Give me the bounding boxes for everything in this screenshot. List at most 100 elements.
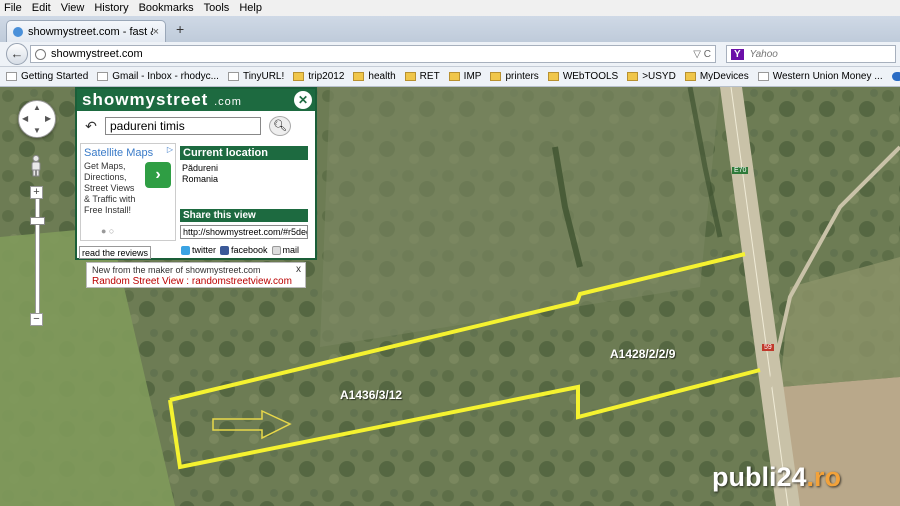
back-button[interactable]: ← [6, 43, 28, 65]
bookmark-label[interactable]: >USYD [642, 71, 676, 82]
bookmark-label[interactable]: trip2012 [308, 71, 344, 82]
search-box[interactable]: Y [726, 45, 896, 63]
facebook-icon [220, 245, 230, 255]
tab-showmystreet[interactable]: showmystreet.com - fast &... × [6, 20, 166, 42]
menu-bookmarks[interactable]: Bookmarks [139, 2, 194, 14]
bookmark-item[interactable]: >USYD [627, 71, 676, 82]
bookmark-item[interactable]: Getting Started [6, 71, 88, 82]
ad-arrow-button[interactable]: › [145, 162, 171, 188]
pegman-icon[interactable] [30, 155, 42, 177]
promo-line1: New from the maker of showmystreet.com [92, 265, 261, 275]
cloud-icon [891, 72, 900, 81]
bookmark-label[interactable]: IMP [464, 71, 482, 82]
mail-label[interactable]: mail [283, 245, 300, 255]
current-location-country: Romania [182, 174, 219, 184]
folder-icon [353, 72, 365, 81]
bookmark-label[interactable]: Getting Started [21, 71, 88, 82]
random-street-view-promo: New from the maker of showmystreet.com R… [86, 262, 306, 288]
bookmark-item[interactable]: Microsoft SkyDrive - A... [891, 71, 900, 82]
ad-pager-dots[interactable]: ● ○ [101, 226, 114, 236]
search-icon[interactable]: 🔍︎ [269, 116, 291, 136]
bookmark-label[interactable]: WEbTOOLS [563, 71, 618, 82]
bookmark-label[interactable]: MyDevices [700, 71, 749, 82]
bookmark-label[interactable]: Gmail - Inbox - rhodyc... [112, 71, 219, 82]
bookmark-item[interactable]: printers [490, 71, 539, 82]
zoom-control: + − [30, 186, 45, 326]
bookmark-item[interactable]: IMP [448, 71, 482, 82]
zoom-slider[interactable] [30, 199, 45, 313]
folder-icon [547, 72, 559, 81]
facebook-label[interactable]: facebook [231, 245, 268, 255]
ad-text: Get Maps, Directions, Street Views & Tra… [84, 161, 136, 215]
watermark-text: publi24 [712, 462, 807, 492]
bookmark-item[interactable]: TinyURL! [227, 71, 284, 82]
folder-icon [627, 72, 639, 81]
search-input[interactable] [747, 47, 872, 61]
bookmark-item[interactable]: trip2012 [293, 71, 344, 82]
page-icon [757, 72, 769, 81]
bookmark-item[interactable]: Western Union Money ... [757, 71, 883, 82]
mail-link[interactable]: mail [271, 245, 300, 255]
pan-right-icon[interactable]: ▶ [45, 114, 51, 123]
share-links: twitter facebook mail [181, 245, 303, 255]
twitter-label[interactable]: twitter [192, 245, 216, 255]
zoom-slider-thumb[interactable] [30, 217, 45, 225]
ad-title[interactable]: Satellite Maps [84, 147, 172, 159]
bookmark-item[interactable]: WEbTOOLS [547, 71, 618, 82]
menu-help[interactable]: Help [239, 2, 262, 14]
rotate-back-icon[interactable]: ↶ [81, 116, 101, 136]
tab-title: showmystreet.com - fast &... [28, 25, 153, 38]
read-reviews-link[interactable]: read the reviews [79, 246, 151, 259]
bookmark-label[interactable]: health [368, 71, 395, 82]
current-location-header: Current location [180, 146, 308, 160]
zoom-out-button[interactable]: − [30, 313, 43, 326]
globe-icon [35, 48, 46, 60]
brand-domain: .com [214, 96, 242, 108]
zoom-in-button[interactable]: + [30, 186, 43, 199]
menu-file[interactable]: File [4, 2, 22, 14]
bookmark-item[interactable]: Gmail - Inbox - rhodyc... [97, 71, 219, 82]
menu-view[interactable]: View [61, 2, 85, 14]
page-icon [97, 72, 109, 81]
folder-icon [404, 72, 416, 81]
facebook-link[interactable]: facebook [220, 245, 268, 255]
twitter-link[interactable]: twitter [181, 245, 216, 255]
promo-link[interactable]: Random Street View : randomstreetview.co… [92, 276, 292, 287]
folder-icon [684, 72, 696, 81]
bookmark-item[interactable]: health [353, 71, 396, 82]
adchoices-icon[interactable]: ▷ [167, 145, 173, 154]
bookmarks-bar: Getting Started Gmail - Inbox - rhodyc...… [0, 67, 900, 87]
bookmark-label[interactable]: TinyURL! [243, 71, 284, 82]
url-bar[interactable]: showmystreet.com ▽ C [30, 45, 716, 63]
tab-close-icon[interactable]: × [153, 26, 159, 38]
pan-down-icon[interactable]: ▼ [33, 126, 41, 135]
parcel-label-a1428: A1428/2/2/9 [610, 347, 676, 361]
folder-icon [448, 72, 460, 81]
bookmark-label[interactable]: Western Union Money ... [773, 71, 883, 82]
share-header: Share this view [180, 209, 308, 222]
menu-history[interactable]: History [94, 2, 128, 14]
bookmark-label[interactable]: RET [420, 71, 440, 82]
location-input[interactable]: padureni timis [105, 117, 261, 135]
new-tab-button[interactable]: + [176, 21, 184, 37]
ad-satellite-maps[interactable]: Satellite Maps Get Maps, Directions, Str… [80, 143, 176, 241]
pan-control[interactable]: ▲ ▼ ◀ ▶ [18, 100, 56, 138]
promo-close-icon[interactable]: x [296, 264, 301, 275]
bookmark-label[interactable]: printers [505, 71, 538, 82]
url-text[interactable]: showmystreet.com [51, 48, 693, 60]
url-actions-icon[interactable]: ▽ C [693, 49, 711, 60]
folder-icon [490, 72, 502, 81]
mail-icon [271, 245, 281, 255]
showmystreet-panel: showmystreet .com ✕ ↶ padureni timis 🔍︎ … [75, 87, 317, 260]
pan-up-icon[interactable]: ▲ [33, 103, 41, 112]
menu-edit[interactable]: Edit [32, 2, 51, 14]
bookmark-item[interactable]: MyDevices [684, 71, 749, 82]
menu-tools[interactable]: Tools [204, 2, 230, 14]
panel-close-icon[interactable]: ✕ [294, 91, 312, 109]
share-url-field[interactable]: http://showmystreet.com/#r5deg [180, 225, 308, 239]
bookmark-item[interactable]: RET [404, 71, 440, 82]
folder-icon [293, 72, 305, 81]
watermark: publi24.ro [712, 462, 841, 493]
yahoo-icon[interactable]: Y [731, 48, 744, 60]
pan-left-icon[interactable]: ◀ [22, 114, 28, 123]
